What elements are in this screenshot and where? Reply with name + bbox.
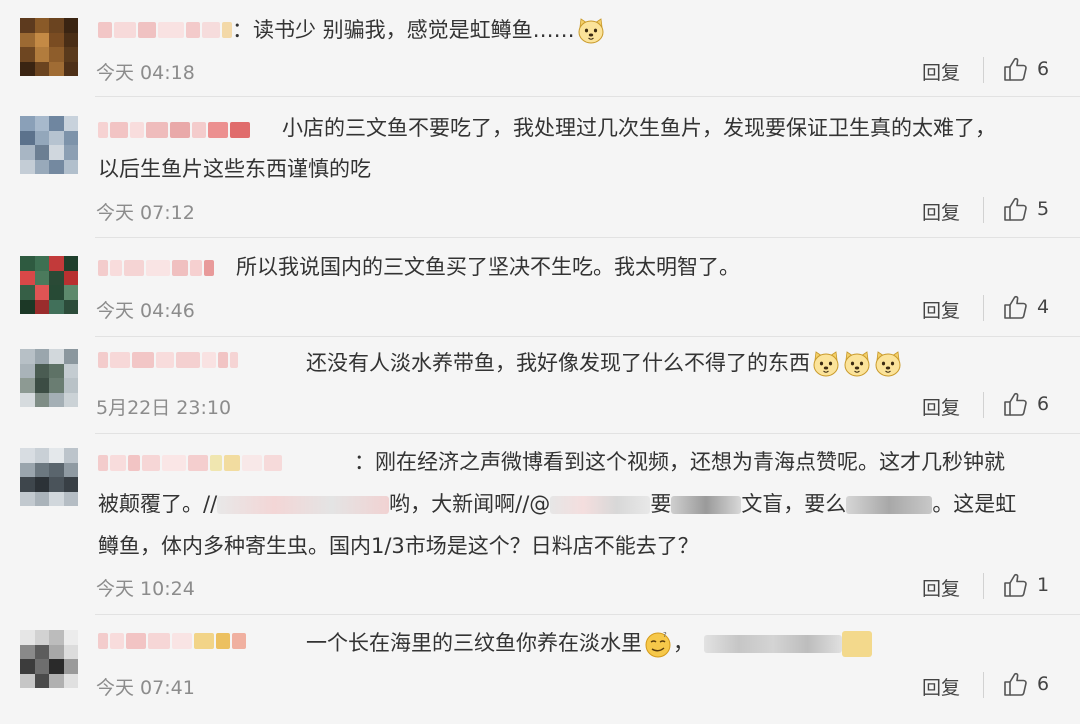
avatar[interactable] <box>20 18 78 76</box>
comment-time: 今天 07:41 <box>96 677 195 699</box>
doge-emoji-icon <box>873 349 903 379</box>
action-divider <box>983 573 984 599</box>
comment-time: 今天 04:18 <box>96 62 195 84</box>
comment-text: 还没有人淡水养带鱼，我好像发现了什么不得了的东西 <box>306 343 1040 384</box>
username-blurred[interactable] <box>98 630 246 652</box>
avatar[interactable] <box>20 256 78 314</box>
blurred-mention[interactable] <box>217 496 390 514</box>
blurred-text <box>846 496 933 514</box>
action-divider <box>983 672 984 698</box>
like-thumb-icon[interactable] <box>1001 55 1029 83</box>
comment-text: ：读书少 别骗我，感觉是虹鳟鱼…… <box>232 10 1040 51</box>
username-blurred[interactable] <box>98 19 232 41</box>
smirk-emoji-icon <box>643 629 673 659</box>
comment-text: ：刚在经济之声微博看到这个视频，还想为青海点赞呢。这才几秒钟就 <box>354 450 1005 474</box>
username-blurred[interactable] <box>98 257 214 279</box>
reply-button[interactable]: 回复 <box>922 198 960 225</box>
blurred-mention[interactable] <box>704 635 842 653</box>
comment-text: 小店的三文鱼不要吃了，我处理过几次生鱼片，发现要保证卫生真的太难了， <box>282 116 996 140</box>
like-thumb-icon[interactable] <box>1001 390 1029 418</box>
avatar[interactable] <box>20 448 78 506</box>
username-blurred[interactable] <box>98 349 238 371</box>
blurred-text <box>671 496 742 514</box>
comment-time: 今天 04:46 <box>96 300 195 322</box>
comment-text: 一个长在海里的三纹鱼你养在淡水里， <box>306 623 1040 664</box>
username-blurred[interactable] <box>98 452 282 474</box>
avatar[interactable] <box>20 349 78 407</box>
reply-button[interactable]: 回复 <box>922 58 960 85</box>
reply-button[interactable]: 回复 <box>922 296 960 323</box>
like-thumb-icon[interactable] <box>1001 670 1029 698</box>
doge-emoji-icon <box>811 349 841 379</box>
blurred-emoji <box>842 631 872 657</box>
comment-text-line3: 鳟鱼，体内多种寄生虫。国内1/3市场是这个？日料店不能去了？ <box>98 534 699 558</box>
avatar[interactable] <box>20 630 78 688</box>
comment-item: 还没有人淡水养带鱼，我好像发现了什么不得了的东西 5月22日 23:10 回复 … <box>0 337 1080 433</box>
like-count[interactable]: 4 <box>1037 296 1049 318</box>
like-thumb-icon[interactable] <box>1001 571 1029 599</box>
like-count[interactable]: 5 <box>1037 198 1049 220</box>
like-thumb-icon[interactable] <box>1001 293 1029 321</box>
doge-emoji-icon <box>576 16 606 46</box>
action-divider <box>983 295 984 321</box>
comment-text: 所以我说国内的三文鱼买了坚决不生吃。我太明智了。 <box>236 255 740 279</box>
reply-button[interactable]: 回复 <box>922 574 960 601</box>
reply-button[interactable]: 回复 <box>922 673 960 700</box>
comment-item: 一个长在海里的三纹鱼你养在淡水里， 今天 07:41 回复 6 <box>0 615 1080 724</box>
action-divider <box>983 392 984 418</box>
like-count[interactable]: 6 <box>1037 393 1049 415</box>
comment-item: 小店的三文鱼不要吃了，我处理过几次生鱼片，发现要保证卫生真的太难了， 以后生鱼片… <box>0 97 1080 237</box>
reply-button[interactable]: 回复 <box>922 393 960 420</box>
like-count[interactable]: 1 <box>1037 574 1049 596</box>
comment-item: 所以我说国内的三文鱼买了坚决不生吃。我太明智了。 今天 04:46 回复 4 <box>0 238 1080 336</box>
comment-text-line2: 被颠覆了。//哟，大新闻啊//@ 要文盲，要么 。这是虹 <box>98 492 1017 516</box>
comment-time: 今天 10:24 <box>96 578 195 600</box>
action-divider <box>983 57 984 83</box>
comment-item: ：读书少 别骗我，感觉是虹鳟鱼…… 今天 04:18 回复 6 <box>0 0 1080 95</box>
like-thumb-icon[interactable] <box>1001 195 1029 223</box>
comment-item: ：刚在经济之声微博看到这个视频，还想为青海点赞呢。这才几秒钟就 被颠覆了。//哟… <box>0 434 1080 614</box>
like-count[interactable]: 6 <box>1037 673 1049 695</box>
comment-time: 今天 07:12 <box>96 202 195 224</box>
comment-text-line2: 以后生鱼片这些东西谨慎的吃 <box>98 157 371 181</box>
like-count[interactable]: 6 <box>1037 58 1049 80</box>
avatar[interactable] <box>20 116 78 174</box>
action-divider <box>983 197 984 223</box>
blurred-mention[interactable] <box>550 496 651 514</box>
comment-time: 5月22日 23:10 <box>96 397 232 419</box>
doge-emoji-icon <box>842 349 872 379</box>
username-blurred[interactable] <box>98 119 250 141</box>
